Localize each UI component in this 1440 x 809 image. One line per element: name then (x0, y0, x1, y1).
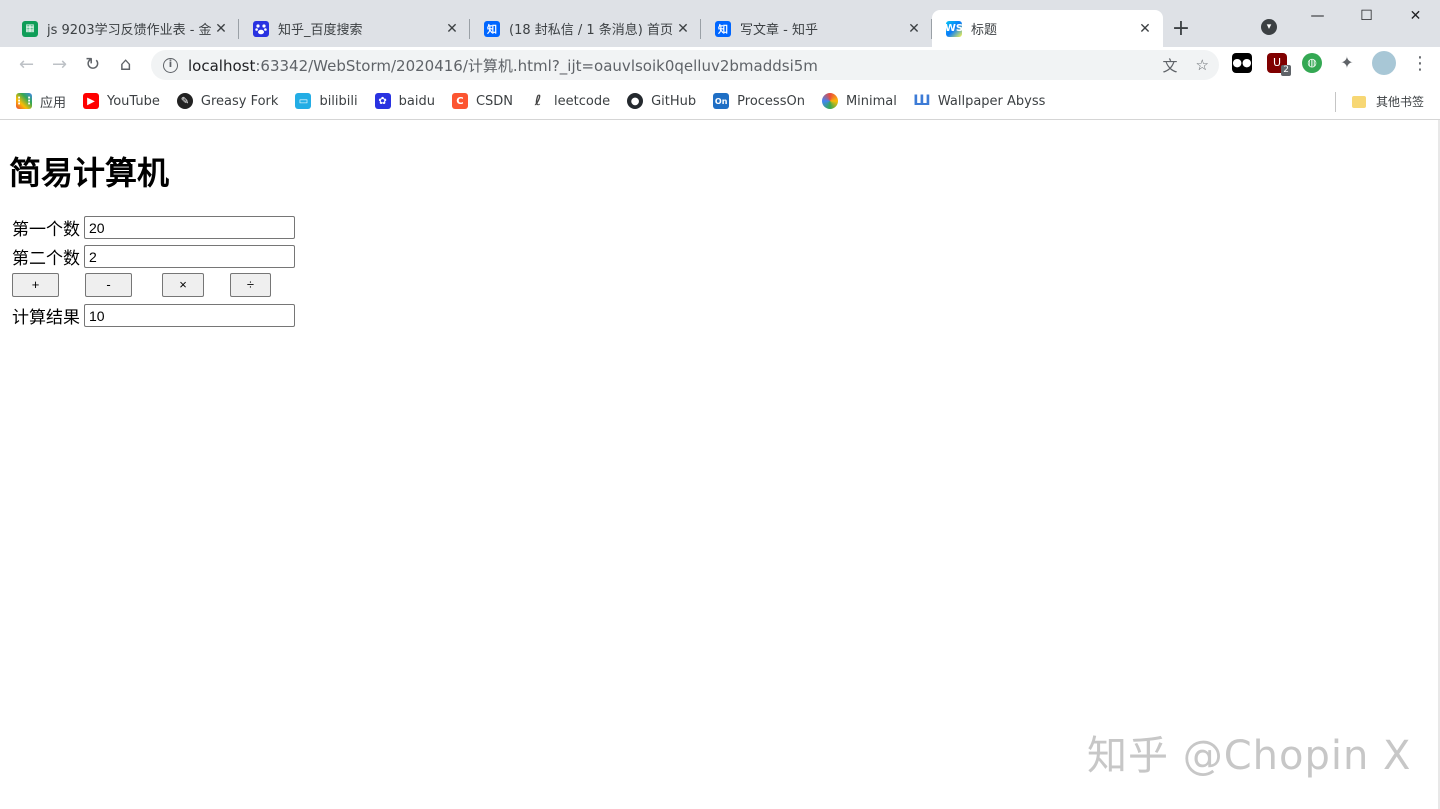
extension-badge: 2 (1281, 65, 1291, 76)
url-text[interactable]: localhost:63342/WebStorm/2020416/计算机.htm… (188, 55, 818, 76)
page-title: 简易计算机 (9, 154, 170, 192)
bookmark-star-icon[interactable]: ☆ (1196, 56, 1209, 74)
close-tab-icon[interactable]: ✕ (444, 21, 460, 37)
divide-button[interactable]: ÷ (230, 273, 271, 297)
github-icon: ● (627, 93, 644, 109)
leetcode-icon: ℓ (530, 93, 547, 109)
browser-chrome: ▦ js 9203学习反馈作业表 - 金 ✕ 知乎_百度搜索 ✕ 知 (18 封… (0, 0, 1440, 120)
minimal-icon (821, 93, 838, 109)
address-bar[interactable]: i localhost:63342/WebStorm/2020416/计算机.h… (151, 50, 1219, 80)
first-number-input[interactable] (84, 216, 295, 239)
bookmark-greasyfork[interactable]: ✎ Greasy Fork (176, 93, 278, 109)
close-tab-icon[interactable]: ✕ (675, 21, 691, 37)
first-number-row: 第一个数 (12, 215, 295, 240)
bookmark-github[interactable]: ● GitHub (627, 93, 696, 109)
extensions-puzzle-icon[interactable]: ✦ (1337, 53, 1357, 73)
wallpaper-abyss-icon: Ш (913, 93, 931, 109)
first-number-label: 第一个数 (12, 220, 80, 240)
window-controls: — ☐ ✕ (1293, 0, 1440, 32)
maximize-button[interactable]: ☐ (1342, 0, 1391, 32)
back-button[interactable]: ← (10, 51, 43, 79)
bookmark-baidu[interactable]: ✿ baidu (374, 93, 435, 109)
tab-title: 知乎_百度搜索 (278, 23, 363, 38)
result-input[interactable] (84, 304, 295, 327)
add-button[interactable]: + (12, 273, 59, 297)
youtube-icon: ▶ (83, 93, 100, 109)
tab-sheet[interactable]: ▦ js 9203学习反馈作业表 - 金 ✕ (8, 10, 239, 47)
baidu-icon (253, 20, 269, 37)
watermark: 知乎 @Chopin X (1087, 733, 1412, 779)
close-tab-icon[interactable]: ✕ (906, 21, 922, 37)
tab-active[interactable]: WS 标题 ✕ (932, 10, 1163, 47)
page-content: 简易计算机 第一个数 第二个数 + - × ÷ 计算结果 知乎 @Chopin … (0, 120, 1440, 809)
tab-baidu[interactable]: 知乎_百度搜索 ✕ (239, 10, 470, 47)
bookmark-wallpaper-abyss[interactable]: Ш Wallpaper Abyss (913, 93, 1045, 109)
tab-title: 写文章 - 知乎 (740, 23, 818, 38)
other-bookmarks[interactable]: 其他书签 (1351, 83, 1424, 120)
translate-icon[interactable]: 文 (1163, 55, 1178, 76)
tab-title: (18 封私信 / 1 条消息) 首页 (509, 23, 673, 38)
extension-ublock-icon[interactable]: U2 (1267, 53, 1291, 76)
bookmark-apps[interactable]: ⋮⋮ 应用 (14, 92, 66, 111)
bookmarks-bar: ⋮⋮ 应用 ▶ YouTube ✎ Greasy Fork ▭ bilibili ✿ ba… (0, 83, 1440, 120)
bookmark-processon[interactable]: On ProcessOn (713, 93, 805, 109)
bookmark-csdn[interactable]: C CSDN (451, 93, 513, 109)
sheet-icon: ▦ (22, 20, 38, 37)
tab-strip: ▦ js 9203学习反馈作业表 - 金 ✕ 知乎_百度搜索 ✕ 知 (18 封… (0, 0, 1440, 47)
folder-icon (1351, 95, 1366, 108)
zhihu-icon: 知 (484, 20, 500, 37)
webstorm-icon: WS (945, 20, 963, 37)
home-button[interactable]: ⌂ (109, 51, 142, 79)
greasyfork-icon: ✎ (176, 93, 193, 109)
new-tab-button[interactable]: + (1163, 10, 1199, 47)
extensions-area: ●● U2 ◍ ✦ ⋮ (1232, 51, 1429, 76)
extension-globe-icon[interactable]: ◍ (1302, 53, 1322, 73)
close-tab-icon[interactable]: ✕ (213, 21, 229, 37)
minimize-button[interactable]: — (1293, 0, 1342, 32)
tab-title: 标题 (971, 23, 998, 38)
csdn-icon: C (451, 93, 468, 109)
bookmark-minimal[interactable]: Minimal (821, 93, 897, 109)
tab-zhihu-home[interactable]: 知 (18 封私信 / 1 条消息) 首页 ✕ (470, 10, 701, 47)
baidu-icon: ✿ (374, 93, 391, 109)
result-row: 计算结果 (12, 303, 295, 328)
bookmark-youtube[interactable]: ▶ YouTube (83, 93, 160, 109)
tab-search-icon[interactable]: ▾ (1261, 19, 1277, 35)
reload-button[interactable]: ↻ (76, 51, 109, 79)
close-tab-icon[interactable]: ✕ (1137, 21, 1153, 37)
browser-menu-icon[interactable]: ⋮ (1411, 53, 1429, 74)
second-number-row: 第二个数 (12, 244, 295, 269)
tab-title: js 9203学习反馈作业表 - 金 (47, 23, 212, 38)
extension-tampermonkey-icon[interactable]: ●● (1232, 53, 1252, 73)
bilibili-icon: ▭ (295, 93, 312, 109)
result-label: 计算结果 (12, 308, 80, 328)
apps-icon: ⋮⋮ (14, 93, 34, 109)
close-window-button[interactable]: ✕ (1391, 0, 1440, 32)
bookmark-bilibili[interactable]: ▭ bilibili (295, 93, 358, 109)
tab-zhihu-write[interactable]: 知 写文章 - 知乎 ✕ (701, 10, 932, 47)
multiply-button[interactable]: × (162, 273, 204, 297)
profile-avatar[interactable] (1372, 51, 1396, 75)
processon-icon: On (713, 93, 730, 109)
forward-button[interactable]: → (43, 51, 76, 79)
site-info-icon[interactable]: i (163, 57, 178, 73)
zhihu-icon: 知 (715, 20, 731, 37)
subtract-button[interactable]: - (85, 273, 132, 297)
second-number-input[interactable] (84, 245, 295, 268)
toolbar: ← → ↻ ⌂ i localhost:63342/WebStorm/20204… (0, 47, 1440, 83)
second-number-label: 第二个数 (12, 249, 80, 269)
bookmark-leetcode[interactable]: ℓ leetcode (530, 93, 610, 109)
